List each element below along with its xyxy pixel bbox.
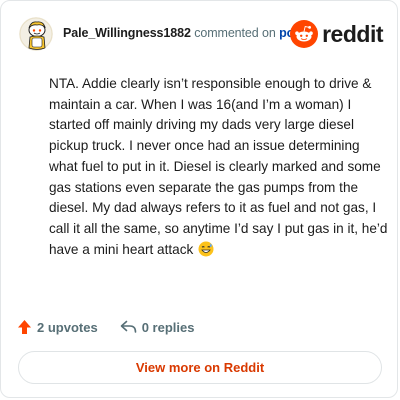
username-link[interactable]: Pale_Willingness1882	[63, 26, 191, 40]
reply-arrow-icon	[120, 320, 136, 333]
comment-card: Pale_Willingness1882 commented on post r…	[0, 0, 398, 398]
comment-header: Pale_Willingness1882 commented on post r…	[19, 17, 385, 53]
comment-body: NTA. Addie clearly isn’t responsible eno…	[49, 74, 389, 260]
upvote-stat[interactable]: 2 upvotes	[17, 319, 98, 335]
user-avatar[interactable]	[19, 17, 53, 51]
upvote-count: 2 upvotes	[37, 319, 98, 335]
action-text: commented on	[194, 26, 276, 40]
view-more-button[interactable]: View more on Reddit	[18, 351, 382, 384]
reply-stat[interactable]: 0 replies	[120, 319, 195, 335]
comment-meta: Pale_Willingness1882 commented on post	[63, 26, 305, 40]
reply-count: 0 replies	[141, 319, 195, 335]
grinning-sweat-emoji	[198, 241, 214, 257]
snoo-icon	[290, 20, 319, 48]
upvote-arrow-icon	[18, 320, 31, 334]
comment-text: NTA. Addie clearly isn’t responsible eno…	[49, 76, 388, 257]
comment-footer: 2 upvotes 0 replies	[17, 317, 194, 337]
reddit-logo[interactable]: reddit	[290, 19, 383, 49]
reddit-wordmark: reddit	[322, 20, 383, 47]
